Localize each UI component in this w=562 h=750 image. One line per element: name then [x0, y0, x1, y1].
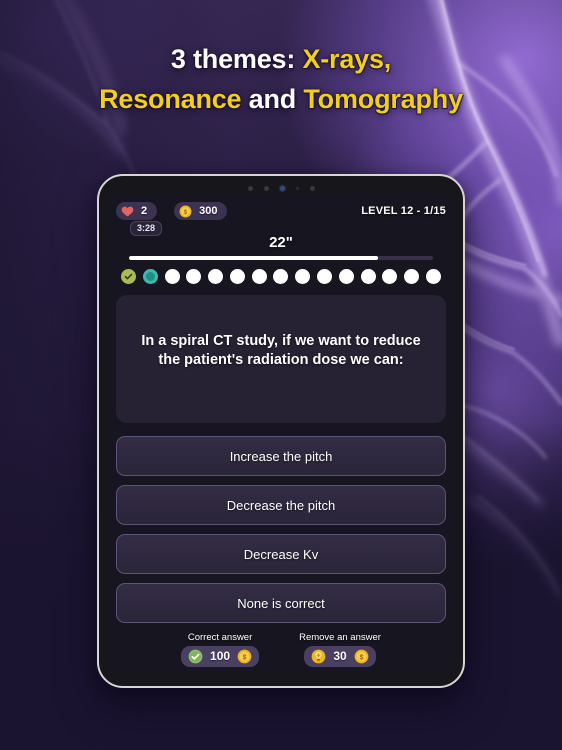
powerup-label: Remove an answer — [299, 632, 381, 643]
progress-dot-pending — [404, 269, 420, 284]
check-icon — [124, 273, 133, 280]
lives-group: 2 3:28 — [116, 202, 163, 237]
time-progress-bar — [129, 256, 433, 260]
sensor-dot-icon — [263, 185, 269, 191]
coin-icon: $ — [237, 649, 252, 664]
powerup-label: Correct answer — [187, 632, 253, 643]
powerup-cost: 100 — [210, 649, 231, 663]
question-progress-dots — [121, 269, 441, 284]
answer-option-label: None is correct — [237, 595, 325, 611]
powerup-buy-button[interactable]: 30 $ — [304, 645, 376, 667]
coins-badge[interactable]: $ 300 — [174, 202, 228, 220]
lives-count: 2 — [141, 204, 148, 217]
question-panel: In a spiral CT study, if we want to redu… — [116, 295, 446, 423]
answer-option-label: Increase the pitch — [229, 448, 333, 464]
level-indicator: LEVEL 12 - 1/15 — [361, 205, 446, 217]
speaker-dot-icon — [309, 185, 315, 191]
headline-prefix: 3 themes: — [170, 44, 303, 74]
progress-dot-pending — [425, 269, 441, 284]
progress-dot-pending — [186, 269, 202, 284]
front-camera-icon — [279, 185, 285, 191]
question-text: In a spiral CT study, if we want to redu… — [141, 332, 421, 368]
headline-line-2: Resonance and Tomography — [0, 80, 562, 120]
headline-theme-resonance: Resonance — [99, 83, 242, 114]
game-hud: 2 3:28 $ 300 LEVEL 12 - 1/15 — [116, 202, 446, 237]
lives-badge[interactable]: 2 — [116, 202, 158, 220]
coins-count: 300 — [199, 204, 218, 217]
answer-option-label: Decrease Kv — [243, 546, 319, 562]
app-screen: 2 3:28 $ 300 LEVEL 12 - 1/15 22" In a sp… — [107, 194, 455, 672]
powerup-cost: 30 — [333, 649, 347, 663]
tablet-device-frame: 2 3:28 $ 300 LEVEL 12 - 1/15 22" In a sp… — [97, 174, 465, 688]
answer-option-3[interactable]: Decrease Kv — [116, 534, 446, 574]
progress-dot-pending — [208, 269, 224, 284]
powerups-row: Correct answer 100 $ Remove an answer 30 $ — [116, 623, 446, 667]
progress-dot-pending — [164, 269, 180, 284]
progress-dot-pending — [229, 269, 245, 284]
progress-dot-pending — [273, 269, 289, 284]
progress-dot-pending — [295, 269, 311, 284]
life-refill-timer: 3:28 — [130, 221, 163, 237]
progress-dot-pending — [338, 269, 354, 284]
progress-dot-pending — [317, 269, 333, 284]
headline-theme-xrays: X-rays, — [302, 44, 392, 74]
lightbulb-icon — [311, 649, 326, 664]
sensor-dot-icon — [295, 186, 299, 190]
progress-dot-pending — [251, 269, 267, 284]
answer-option-1[interactable]: Increase the pitch — [116, 436, 446, 476]
promo-headline: 3 themes: X-rays, Resonance and Tomograp… — [0, 40, 562, 119]
countdown-timer: 22" — [269, 234, 293, 251]
answer-option-2[interactable]: Decrease the pitch — [116, 485, 446, 525]
time-progress-fill — [129, 256, 379, 260]
headline-conjunction: and — [241, 83, 304, 114]
powerup-2[interactable]: Remove an answer 30 $ — [299, 633, 381, 667]
tablet-sensor-array — [99, 184, 463, 192]
promo-screenshot: 3 themes: X-rays, Resonance and Tomograp… — [0, 0, 562, 750]
answer-option-label: Decrease the pitch — [226, 497, 336, 513]
svg-text:$: $ — [359, 654, 363, 661]
progress-dot-done — [121, 269, 136, 284]
powerup-buy-button[interactable]: 100 $ — [181, 645, 260, 667]
svg-text:$: $ — [243, 654, 247, 661]
progress-dot-pending — [360, 269, 376, 284]
coin-icon: $ — [179, 205, 192, 218]
headline-theme-tomography: Tomography — [303, 83, 463, 114]
answer-options-list: Increase the pitch Decrease the pitch Decr… — [116, 436, 446, 623]
powerup-1[interactable]: Correct answer 100 $ — [181, 632, 260, 667]
heart-icon — [121, 205, 134, 218]
headline-line-1: 3 themes: X-rays, — [0, 40, 562, 80]
check-circle-icon — [188, 649, 203, 664]
progress-dot-pending — [382, 269, 398, 284]
sensor-dot-icon — [247, 185, 253, 191]
progress-dot-current — [142, 269, 158, 284]
answer-option-4[interactable]: None is correct — [116, 583, 446, 623]
coin-icon: $ — [354, 649, 369, 664]
